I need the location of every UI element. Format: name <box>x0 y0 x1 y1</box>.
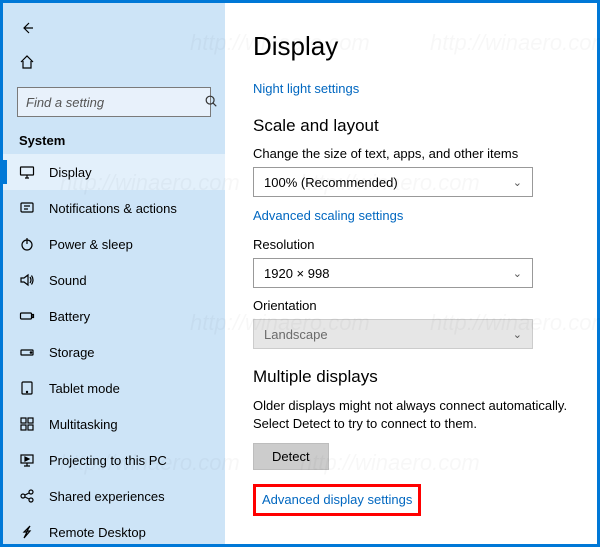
scale-label: Change the size of text, apps, and other… <box>253 146 573 161</box>
power-icon <box>19 236 35 252</box>
sidebar-item-sound[interactable]: Sound <box>3 262 225 298</box>
page-title: Display <box>253 31 573 62</box>
detect-button[interactable]: Detect <box>253 443 329 470</box>
scale-value: 100% (Recommended) <box>264 175 398 190</box>
sidebar-item-tablet[interactable]: Tablet mode <box>3 370 225 406</box>
scale-heading: Scale and layout <box>253 116 573 136</box>
multitasking-icon <box>19 416 35 432</box>
settings-window: System Display Notifications & actions P… <box>0 0 600 547</box>
orientation-label: Orientation <box>253 298 573 313</box>
home-icon <box>19 54 35 70</box>
sidebar-item-label: Notifications & actions <box>49 201 177 216</box>
sound-icon <box>19 272 35 288</box>
back-button[interactable] <box>3 11 225 45</box>
sidebar-item-label: Storage <box>49 345 95 360</box>
night-light-link[interactable]: Night light settings <box>253 81 359 96</box>
sidebar-item-label: Remote Desktop <box>49 525 146 540</box>
orientation-select: Landscape ⌄ <box>253 319 533 349</box>
sidebar-item-remote[interactable]: Remote Desktop <box>3 514 225 544</box>
chevron-down-icon: ⌄ <box>513 328 522 341</box>
advanced-display-link[interactable]: Advanced display settings <box>262 492 412 507</box>
sidebar-item-power[interactable]: Power & sleep <box>3 226 225 262</box>
battery-icon <box>19 308 35 324</box>
chevron-down-icon: ⌄ <box>513 176 522 189</box>
search-box[interactable] <box>17 87 211 117</box>
resolution-select[interactable]: 1920 × 998 ⌄ <box>253 258 533 288</box>
content-area: Display Night light settings Scale and l… <box>225 3 597 544</box>
resolution-label: Resolution <box>253 237 573 252</box>
sidebar-item-shared[interactable]: Shared experiences <box>3 478 225 514</box>
multiple-displays-desc: Older displays might not always connect … <box>253 397 573 433</box>
sidebar-item-multitasking[interactable]: Multitasking <box>3 406 225 442</box>
tablet-icon <box>19 380 35 396</box>
scale-select[interactable]: 100% (Recommended) ⌄ <box>253 167 533 197</box>
back-arrow-icon <box>19 20 35 36</box>
sidebar-item-label: Power & sleep <box>49 237 133 252</box>
multiple-displays-heading: Multiple displays <box>253 367 573 387</box>
highlight-box: Advanced display settings <box>253 484 421 516</box>
sidebar-item-label: Sound <box>49 273 87 288</box>
sidebar-item-display[interactable]: Display <box>3 154 225 190</box>
sidebar-item-projecting[interactable]: Projecting to this PC <box>3 442 225 478</box>
storage-icon <box>19 344 35 360</box>
sidebar-item-label: Display <box>49 165 92 180</box>
sidebar-item-label: Shared experiences <box>49 489 165 504</box>
resolution-value: 1920 × 998 <box>264 266 329 281</box>
nav-list: Display Notifications & actions Power & … <box>3 154 225 544</box>
search-icon <box>204 94 218 111</box>
projecting-icon <box>19 452 35 468</box>
shared-icon <box>19 488 35 504</box>
remote-icon <box>19 524 35 540</box>
sidebar-item-label: Projecting to this PC <box>49 453 167 468</box>
advanced-scaling-link[interactable]: Advanced scaling settings <box>253 208 403 223</box>
chevron-down-icon: ⌄ <box>513 267 522 280</box>
sidebar-item-battery[interactable]: Battery <box>3 298 225 334</box>
display-icon <box>19 164 35 180</box>
sidebar-item-storage[interactable]: Storage <box>3 334 225 370</box>
sidebar-item-label: Tablet mode <box>49 381 120 396</box>
notifications-icon <box>19 200 35 216</box>
sidebar: System Display Notifications & actions P… <box>3 3 225 544</box>
orientation-value: Landscape <box>264 327 328 342</box>
sidebar-item-label: Battery <box>49 309 90 324</box>
home-button[interactable] <box>3 45 225 79</box>
search-input[interactable] <box>26 95 204 110</box>
sidebar-item-label: Multitasking <box>49 417 118 432</box>
sidebar-section-label: System <box>3 127 225 154</box>
sidebar-item-notifications[interactable]: Notifications & actions <box>3 190 225 226</box>
